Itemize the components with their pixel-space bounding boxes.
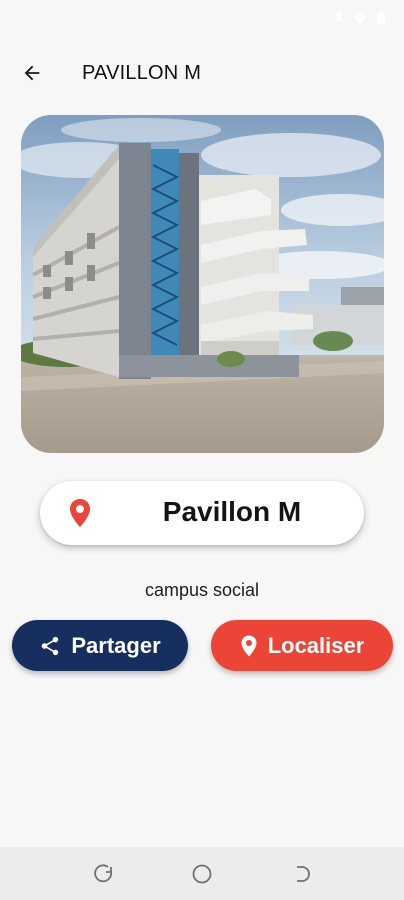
building-illustration — [21, 115, 384, 453]
status-icons — [334, 11, 386, 25]
share-icon — [42, 636, 59, 655]
page-title: PAVILLON M — [82, 62, 202, 84]
place-name: Pavillon M — [162, 496, 302, 527]
building-photo — [21, 115, 384, 453]
back-nav-button[interactable] — [291, 863, 313, 885]
share-button[interactable]: Partager — [12, 620, 188, 671]
home-button[interactable] — [191, 863, 213, 885]
notification-icon — [335, 12, 343, 21]
battery-icon — [377, 11, 385, 24]
back-icon — [297, 866, 310, 882]
wifi-icon — [353, 13, 367, 24]
recents-icon — [94, 864, 112, 883]
home-icon — [192, 864, 212, 884]
share-button-label: Partager — [71, 632, 161, 658]
screen: PAVILLON M Pavillon M campus social Part… — [0, 0, 404, 900]
system-nav-bar — [0, 847, 404, 900]
app-bar: PAVILLON M — [0, 50, 404, 96]
recents-button[interactable] — [93, 863, 115, 885]
arrow-left-icon — [24, 65, 40, 81]
back-button[interactable] — [14, 55, 50, 91]
location-pin-icon — [70, 499, 90, 527]
locate-button[interactable]: Localiser — [211, 620, 393, 671]
status-bar — [0, 0, 404, 40]
place-name-card: Pavillon M — [40, 481, 364, 545]
location-pin-icon — [241, 635, 257, 656]
category-label: campus social — [144, 580, 260, 600]
locate-button-label: Localiser — [267, 632, 365, 658]
